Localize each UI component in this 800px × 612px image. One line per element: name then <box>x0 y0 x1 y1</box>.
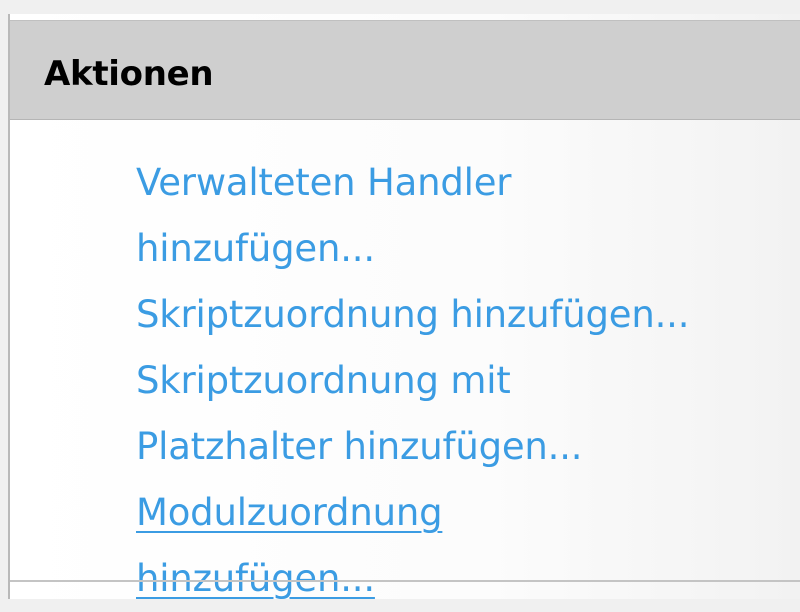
pane-divider <box>10 580 800 582</box>
add-module-mapping-link[interactable]: Modulzuordnung hinzufügen... <box>136 480 796 612</box>
actions-pane-header: Aktionen <box>10 20 800 120</box>
action-link-line: Verwalteten Handler <box>136 161 512 204</box>
add-script-map-link[interactable]: Skriptzuordnung hinzufügen... <box>136 282 796 348</box>
action-link-line: Skriptzuordnung hinzufügen... <box>136 293 690 336</box>
action-link-line: hinzufügen... <box>136 227 375 270</box>
action-link-line: Skriptzuordnung mit <box>136 359 511 402</box>
action-list: Verwalteten Handler hinzufügen... Skript… <box>136 150 796 612</box>
action-link-line: Platzhalter hinzufügen... <box>136 425 583 468</box>
actions-pane: Aktionen Verwalteten Handler hinzufügen.… <box>8 14 800 600</box>
action-link-line: hinzufügen... <box>136 557 375 600</box>
actions-pane-title: Aktionen <box>44 54 214 94</box>
action-link-line: Modulzuordnung <box>136 491 443 534</box>
add-managed-handler-link[interactable]: Verwalteten Handler hinzufügen... <box>136 150 796 282</box>
add-wildcard-script-map-link[interactable]: Skriptzuordnung mit Platzhalter hinzufüg… <box>136 348 796 480</box>
